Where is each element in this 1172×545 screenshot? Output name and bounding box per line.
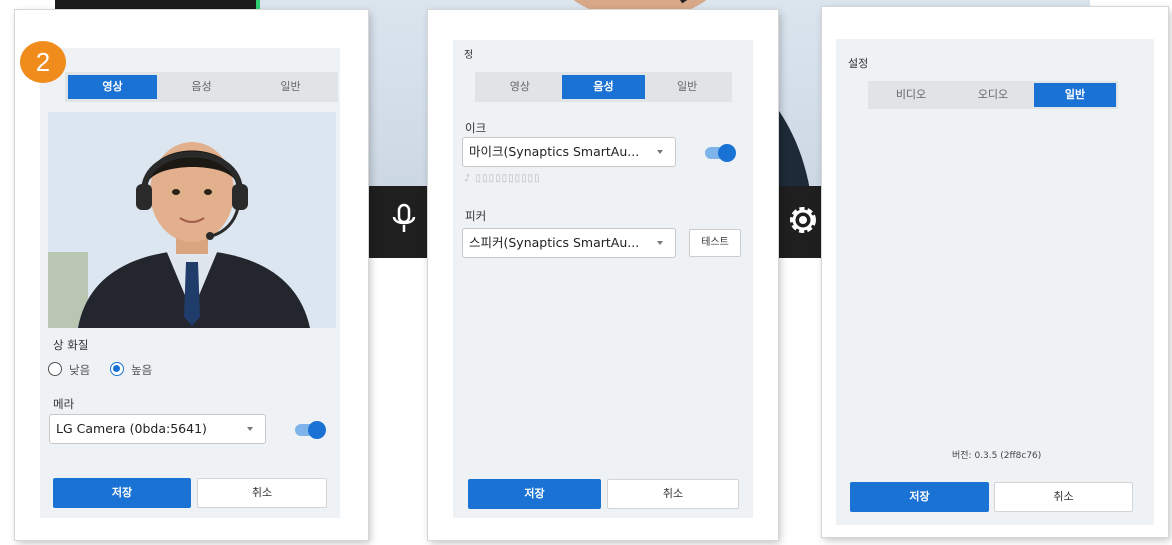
microphone-icon[interactable] — [390, 203, 418, 235]
quality-low-label: 낮음 — [69, 363, 91, 377]
save-button[interactable]: 저장 — [850, 482, 989, 512]
speaker-select-value: 스피커(Synaptics SmartAu... — [469, 235, 640, 250]
toggle-knob — [718, 144, 736, 162]
microphone-toggle[interactable] — [705, 144, 736, 162]
toggle-knob — [308, 421, 326, 439]
step-number-badge: 2 — [20, 41, 66, 83]
tab-video[interactable]: 비디오 — [870, 83, 952, 107]
settings-tabs: 영상 음성 일반 — [475, 72, 732, 102]
mic-level-meter: ♪ ▯▯▯▯▯▯▯▯▯▯ — [464, 173, 541, 184]
panel-body — [453, 40, 753, 518]
quality-high-label: 높음 — [131, 363, 153, 377]
settings-tabs: 비디오 오디오 일반 — [868, 81, 1118, 109]
tab-general[interactable]: 일반 — [645, 75, 729, 99]
tab-audio[interactable]: 음성 — [561, 75, 646, 99]
camera-select-value: LG Camera (0bda:5641) — [56, 421, 207, 436]
settings-icon[interactable] — [786, 203, 820, 237]
general-settings-panel: 설정 비디오 오디오 일반 버전: 0.3.5 (2ff8c76) 저장 취소 — [822, 7, 1168, 537]
camera-select[interactable]: LG Camera (0bda:5641) — [49, 414, 266, 444]
tab-general[interactable]: 일반 — [246, 75, 335, 99]
video-quality-label: 상 화질 — [53, 338, 89, 352]
save-button[interactable]: 저장 — [468, 479, 601, 509]
save-button[interactable]: 저장 — [53, 478, 191, 508]
tab-general[interactable]: 일반 — [1034, 83, 1116, 107]
tab-audio[interactable]: 음성 — [157, 75, 246, 99]
screenshot-composite: 영상 음성 일반 상 화질 낮음 높음 메라 LG Camera (0bda:5… — [0, 0, 1172, 545]
dropdown-caret-icon — [657, 241, 663, 245]
camera-preview-image — [48, 112, 336, 328]
audio-settings-panel: 정 영상 음성 일반 이크 마이크(Synaptics SmartAu... ♪… — [428, 10, 778, 540]
tab-audio[interactable]: 오디오 — [952, 83, 1034, 107]
speaker-label: 피커 — [465, 209, 487, 223]
tab-video[interactable]: 영상 — [478, 75, 562, 99]
cancel-button[interactable]: 취소 — [197, 478, 327, 508]
speaker-test-button[interactable]: 테스트 — [689, 229, 741, 257]
panel-header: 설정 — [848, 57, 869, 70]
dropdown-caret-icon — [247, 427, 253, 431]
microphone-select[interactable]: 마이크(Synaptics SmartAu... — [462, 137, 676, 167]
panel-header: 정 — [464, 50, 474, 61]
tab-video[interactable]: 영상 — [68, 75, 157, 99]
microphone-label: 이크 — [465, 121, 487, 135]
camera-preview-person — [48, 112, 336, 328]
camera-label: 메라 — [53, 397, 75, 411]
settings-tabs: 영상 음성 일반 — [65, 72, 338, 102]
quality-high-radio[interactable] — [110, 362, 124, 376]
microphone-select-value: 마이크(Synaptics SmartAu... — [469, 144, 640, 159]
camera-toggle[interactable] — [295, 421, 326, 439]
cancel-button[interactable]: 취소 — [994, 482, 1133, 512]
speaker-select[interactable]: 스피커(Synaptics SmartAu... — [462, 228, 676, 258]
dropdown-caret-icon — [657, 150, 663, 154]
version-text: 버전: 0.3.5 (2ff8c76) — [952, 451, 1042, 461]
cancel-button[interactable]: 취소 — [607, 479, 739, 509]
quality-low-radio[interactable] — [48, 362, 62, 376]
